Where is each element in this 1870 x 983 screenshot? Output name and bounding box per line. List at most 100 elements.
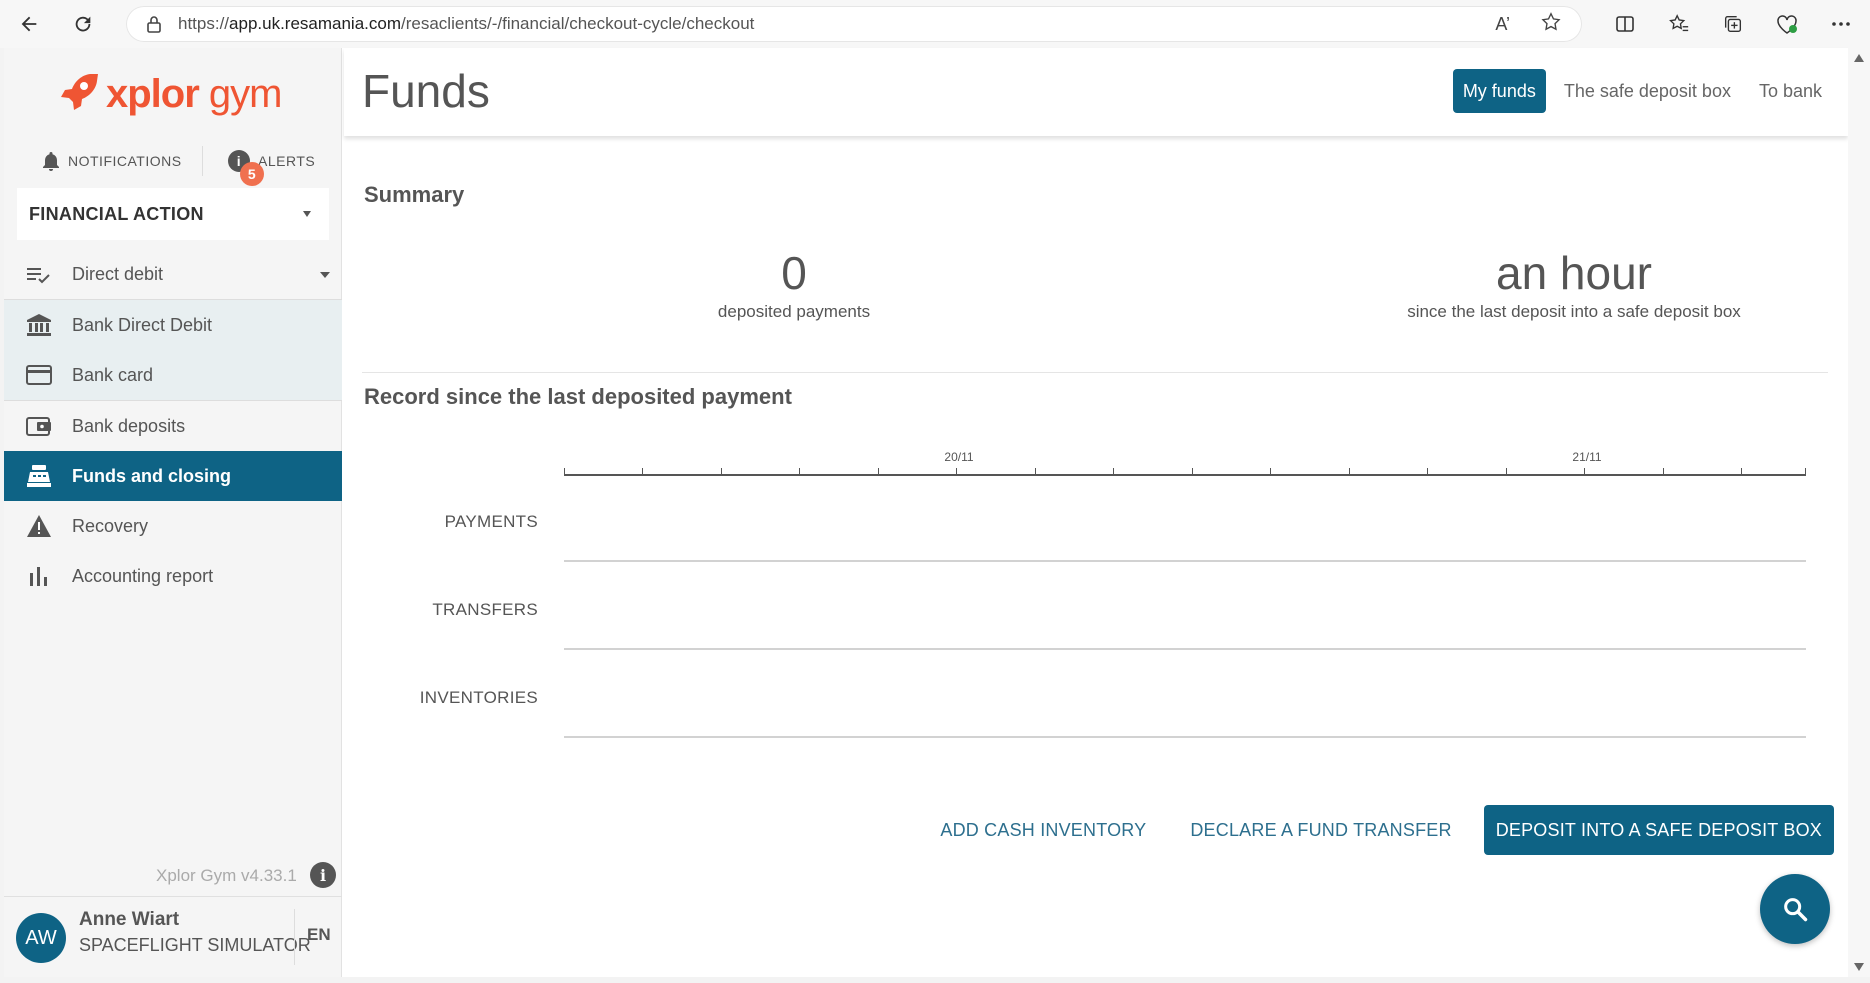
notifications-button[interactable]: NOTIFICATIONS bbox=[42, 151, 182, 171]
timeline-tick bbox=[1584, 468, 1585, 476]
avatar[interactable]: AW bbox=[16, 913, 66, 963]
more-options-icon[interactable] bbox=[1826, 9, 1856, 39]
dropdown-caret-icon bbox=[303, 211, 311, 217]
refresh-icon[interactable] bbox=[66, 7, 100, 41]
logo-wordmark: xplor gym bbox=[106, 71, 282, 116]
favorites-icon[interactable] bbox=[1664, 9, 1694, 39]
notifications-alerts-row: NOTIFICATIONS i 5 ALERTS bbox=[4, 138, 342, 186]
alerts-label: ALERTS bbox=[258, 153, 316, 169]
timeline-tick bbox=[1805, 468, 1806, 476]
timeline-axis bbox=[564, 474, 1806, 476]
bell-icon bbox=[43, 152, 59, 171]
declare-fund-transfer-button[interactable]: DECLARE A FUND TRANSFER bbox=[1178, 806, 1463, 854]
main-content: Funds My funds The safe deposit box To b… bbox=[344, 48, 1848, 977]
add-cash-inventory-button[interactable]: ADD CASH INVENTORY bbox=[928, 806, 1158, 854]
version-info-icon[interactable]: i bbox=[310, 862, 336, 888]
timeline-tick bbox=[1035, 468, 1036, 476]
alerts-button[interactable]: i 5 ALERTS bbox=[228, 150, 316, 186]
timeline-tick bbox=[642, 468, 643, 476]
record-timeline: 20/11 21/11 PAYMENTS TRANSFERS INVENTORI… bbox=[344, 438, 1848, 758]
sidebar: xplor gym NOTIFICATIONS i 5 ALERTS FINAN… bbox=[4, 48, 342, 977]
tick-label: 20/11 bbox=[944, 450, 974, 464]
timeline-tick bbox=[1741, 468, 1742, 476]
sidebar-item-recovery[interactable]: Recovery bbox=[4, 501, 342, 551]
checklist-icon bbox=[24, 260, 54, 290]
read-aloud-icon[interactable]: A’ bbox=[1495, 14, 1510, 35]
wallet-icon bbox=[24, 411, 54, 441]
funds-tabs: My funds The safe deposit box To bank bbox=[1452, 69, 1832, 113]
scroll-down-icon[interactable] bbox=[1854, 963, 1864, 971]
page-scrollbar[interactable] bbox=[1848, 48, 1870, 977]
page-title: Funds bbox=[362, 65, 490, 117]
alerts-count-badge: 5 bbox=[240, 162, 264, 186]
sidebar-item-label: Recovery bbox=[72, 515, 149, 536]
timeline-tick bbox=[1349, 468, 1350, 476]
lock-icon[interactable] bbox=[146, 15, 162, 33]
tab-to-bank[interactable]: To bank bbox=[1749, 69, 1832, 113]
payments-row-line bbox=[564, 560, 1806, 562]
search-fab-button[interactable] bbox=[1760, 874, 1830, 944]
deposited-payments-summary: 0 deposited payments bbox=[594, 246, 994, 322]
sidebar-item-accounting-report[interactable]: Accounting report bbox=[4, 551, 342, 601]
timeline-tick bbox=[1270, 468, 1271, 476]
page-header: Funds My funds The safe deposit box To b… bbox=[344, 48, 1848, 136]
user-organization: SPACEFLIGHT SIMULATOR bbox=[79, 935, 311, 955]
timeline-tick bbox=[1506, 468, 1507, 476]
rocket-logo-icon bbox=[61, 74, 98, 110]
warning-icon bbox=[24, 511, 54, 541]
timeline-tick bbox=[1427, 468, 1428, 476]
back-icon[interactable] bbox=[12, 7, 46, 41]
chevron-down-icon bbox=[320, 272, 330, 278]
cash-register-icon bbox=[24, 461, 54, 491]
section-dropdown-label: FINANCIAL ACTION bbox=[29, 203, 204, 224]
timeline-tick bbox=[1663, 468, 1664, 476]
user-name: Anne Wiart bbox=[79, 909, 180, 930]
bar-chart-icon bbox=[24, 561, 54, 591]
sidebar-item-bank-card[interactable]: Bank card bbox=[4, 350, 342, 400]
timeline-tick bbox=[1192, 468, 1193, 476]
app-version: Xplor Gym v4.33.1 bbox=[156, 866, 297, 885]
section-divider bbox=[362, 372, 1828, 373]
sidebar-item-bank-deposits[interactable]: Bank deposits bbox=[4, 401, 342, 451]
tab-my-funds[interactable]: My funds bbox=[1452, 69, 1546, 113]
timeline-tick bbox=[564, 468, 565, 476]
user-profile[interactable]: AW Anne Wiart SPACEFLIGHT SIMULATOR EN bbox=[4, 896, 342, 977]
collections-icon[interactable] bbox=[1718, 9, 1748, 39]
sidebar-item-label: Accounting report bbox=[72, 565, 214, 586]
transfers-row-line bbox=[564, 648, 1806, 650]
payments-row-label: PAYMENTS bbox=[444, 512, 538, 531]
deposit-safe-box-button[interactable]: DEPOSIT INTO A SAFE DEPOSIT BOX bbox=[1483, 805, 1834, 855]
last-deposit-label: since the last deposit into a safe depos… bbox=[1407, 302, 1741, 321]
timeline-tick bbox=[956, 468, 957, 476]
browser-essentials-icon[interactable] bbox=[1772, 9, 1802, 39]
address-bar[interactable]: https://app.uk.resamania.com/resaclients… bbox=[126, 6, 1582, 42]
xplor-gym-logo[interactable]: xplor gym bbox=[60, 64, 282, 124]
credit-card-icon bbox=[24, 360, 54, 390]
bank-icon bbox=[24, 310, 54, 340]
section-dropdown[interactable]: FINANCIAL ACTION bbox=[17, 188, 329, 240]
app-page: xplor gym NOTIFICATIONS i 5 ALERTS FINAN… bbox=[4, 48, 1848, 977]
split-screen-icon[interactable] bbox=[1610, 9, 1640, 39]
transfers-row-label: TRANSFERS bbox=[432, 600, 538, 619]
sidebar-item-direct-debit[interactable]: Direct debit bbox=[4, 250, 342, 300]
user-divider bbox=[294, 909, 295, 965]
direct-debit-submenu: Bank Direct Debit Bank card bbox=[4, 300, 342, 401]
sidebar-item-funds-and-closing[interactable]: Funds and closing bbox=[4, 451, 342, 501]
tick-label: 21/11 bbox=[1572, 450, 1602, 464]
language-switcher[interactable]: EN bbox=[307, 925, 331, 945]
scroll-up-icon[interactable] bbox=[1854, 54, 1864, 62]
timeline-tick bbox=[721, 468, 722, 476]
timeline-tick bbox=[799, 468, 800, 476]
inventories-row-line bbox=[564, 736, 1806, 738]
sidebar-menu: Direct debit Bank Direct Debit Bank card bbox=[4, 250, 342, 601]
tab-safe-deposit-box[interactable]: The safe deposit box bbox=[1554, 69, 1741, 113]
timeline-tick bbox=[878, 468, 879, 476]
favorite-star-icon[interactable] bbox=[1540, 11, 1562, 38]
last-deposit-time: an hour bbox=[1495, 247, 1652, 299]
url-text: https://app.uk.resamania.com/resaclients… bbox=[178, 14, 755, 33]
sidebar-item-label: Bank deposits bbox=[72, 415, 186, 436]
notif-divider bbox=[202, 146, 203, 176]
timeline-tick bbox=[1113, 468, 1114, 476]
sidebar-item-bank-direct-debit[interactable]: Bank Direct Debit bbox=[4, 300, 342, 350]
summary-title: Summary bbox=[364, 182, 465, 207]
